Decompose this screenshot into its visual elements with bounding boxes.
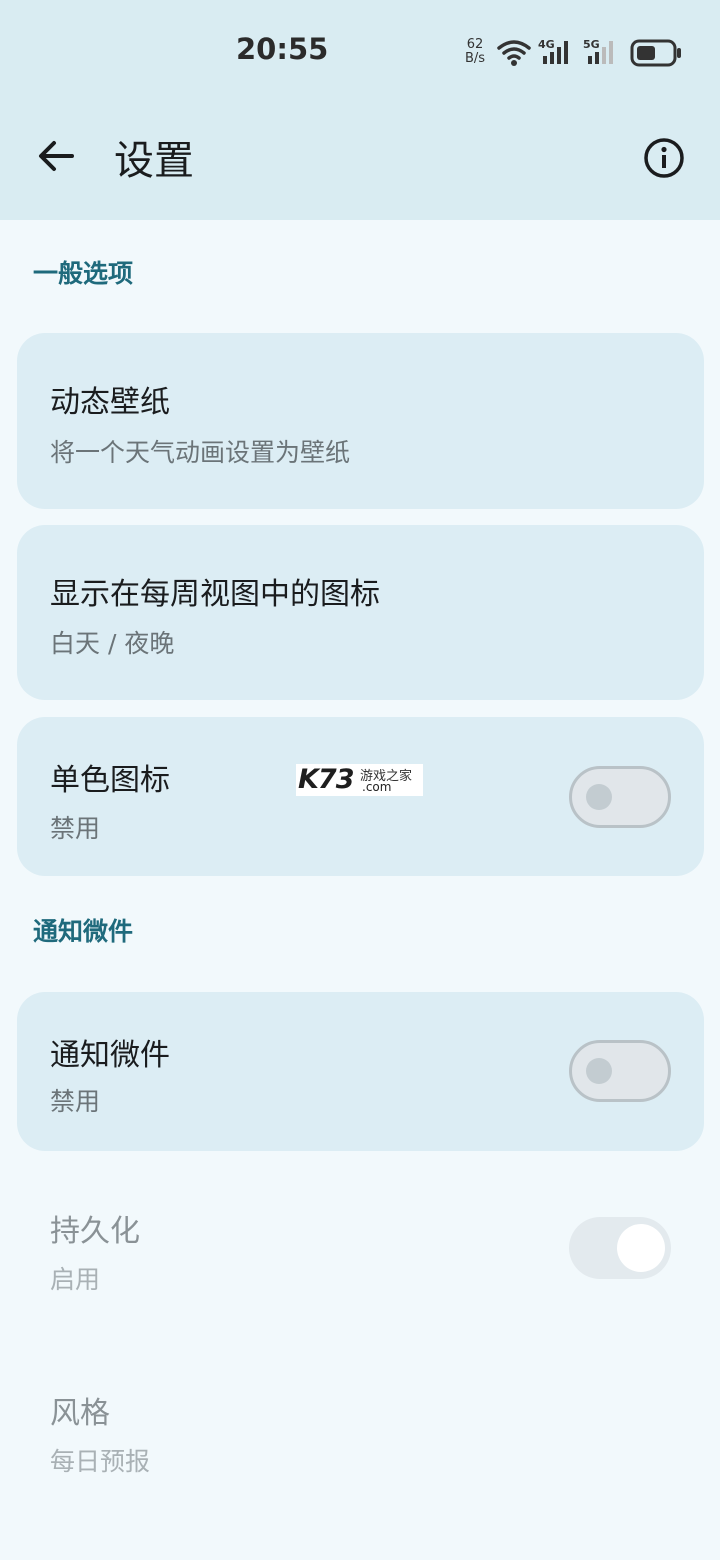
setting-subtitle: 禁用: [50, 814, 101, 843]
setting-subtitle: 启用: [50, 1265, 101, 1294]
top-app-bar: 20:55 62 B/s 4G 5G 设置: [0, 0, 720, 220]
setting-title: 通知微件: [50, 1038, 170, 1073]
persistent-toggle: [569, 1217, 671, 1279]
setting-subtitle: 将一个天气动画设置为壁纸: [50, 438, 351, 467]
wifi-icon: [497, 40, 531, 66]
setting-live-wallpaper[interactable]: 动态壁纸 将一个天气动画设置为壁纸: [17, 333, 704, 509]
watermark-brand: K73: [298, 764, 354, 795]
watermark-domain: .com: [362, 780, 392, 794]
mono-icons-toggle[interactable]: [569, 766, 671, 828]
setting-title: 显示在每周视图中的图标: [50, 577, 380, 612]
net-speed: 62 B/s: [460, 38, 490, 66]
setting-subtitle: 白天 / 夜晚: [50, 629, 175, 658]
notification-widget-toggle[interactable]: [569, 1040, 671, 1102]
setting-notification-widget[interactable]: 通知微件 禁用: [17, 992, 704, 1151]
signal-4g-icon: [543, 41, 568, 64]
net-speed-unit: B/s: [464, 51, 486, 66]
setting-title: 风格: [50, 1396, 110, 1431]
setting-persistent: 持久化 启用: [0, 1170, 720, 1320]
net-speed-value: 62: [466, 37, 484, 52]
setting-weekly-icons[interactable]: 显示在每周视图中的图标 白天 / 夜晚: [17, 525, 704, 700]
setting-subtitle: 禁用: [50, 1087, 101, 1116]
section-title-notification: 通知微件: [33, 917, 134, 946]
watermark-logo: K73 游戏之家 .com: [296, 764, 423, 796]
toggle-knob: [586, 1058, 612, 1084]
info-icon[interactable]: [640, 134, 688, 182]
setting-title: 动态壁纸: [50, 385, 170, 420]
setting-mono-icons[interactable]: 单色图标 禁用: [17, 717, 704, 876]
setting-title: 单色图标: [50, 763, 170, 798]
arrow-left-icon[interactable]: [34, 134, 78, 178]
setting-title: 持久化: [50, 1214, 140, 1249]
setting-style: 风格 每日预报: [0, 1360, 720, 1510]
setting-subtitle: 每日预报: [50, 1447, 151, 1476]
toggle-knob: [617, 1224, 665, 1272]
toggle-knob: [586, 784, 612, 810]
section-title-general: 一般选项: [33, 259, 134, 288]
status-time: 20:55: [236, 32, 329, 66]
battery-icon: [630, 39, 681, 67]
signal-5g-icon: [588, 41, 613, 64]
page-title: 设置: [114, 138, 194, 184]
